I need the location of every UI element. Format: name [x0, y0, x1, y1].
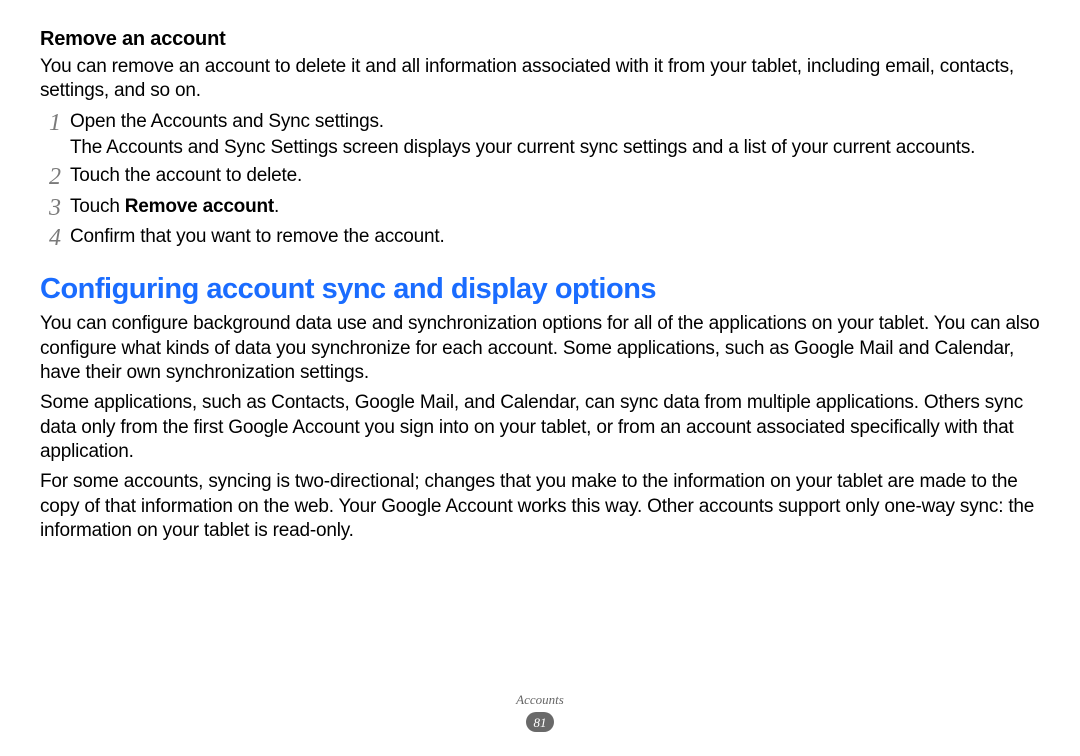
step-number: 4	[40, 225, 70, 251]
step-text: Open the Accounts and Sync settings. The…	[70, 110, 975, 161]
step-line: Open the Accounts and Sync settings.	[70, 111, 384, 132]
footer-chapter: Accounts	[0, 692, 1080, 708]
step-suffix: .	[274, 196, 279, 217]
step-subtext: The Accounts and Sync Settings screen di…	[70, 136, 975, 160]
page-content: Remove an account You can remove an acco…	[0, 0, 1080, 543]
page-number-badge: 81	[526, 712, 554, 732]
list-item: 2 Touch the account to delete.	[40, 164, 1040, 190]
config-para-3: For some accounts, syncing is two-direct…	[40, 470, 1040, 543]
configuring-heading: Configuring account sync and display opt…	[40, 273, 1040, 306]
list-item: 3 Touch Remove account.	[40, 195, 1040, 221]
list-item: 4 Confirm that you want to remove the ac…	[40, 225, 1040, 251]
step-text: Touch the account to delete.	[70, 164, 302, 188]
step-text: Touch Remove account.	[70, 195, 279, 219]
step-bold: Remove account	[125, 196, 274, 217]
remove-account-steps: 1 Open the Accounts and Sync settings. T…	[40, 110, 1040, 252]
step-number: 2	[40, 164, 70, 190]
list-item: 1 Open the Accounts and Sync settings. T…	[40, 110, 1040, 161]
remove-account-intro: You can remove an account to delete it a…	[40, 55, 1040, 104]
step-number: 3	[40, 195, 70, 221]
page-footer: Accounts 81	[0, 692, 1080, 732]
step-prefix: Touch	[70, 196, 125, 217]
config-para-2: Some applications, such as Contacts, Goo…	[40, 391, 1040, 464]
page-number: 81	[534, 716, 547, 729]
config-para-1: You can configure background data use an…	[40, 312, 1040, 385]
step-number: 1	[40, 110, 70, 136]
remove-account-title: Remove an account	[40, 28, 1040, 51]
step-text: Confirm that you want to remove the acco…	[70, 225, 445, 249]
